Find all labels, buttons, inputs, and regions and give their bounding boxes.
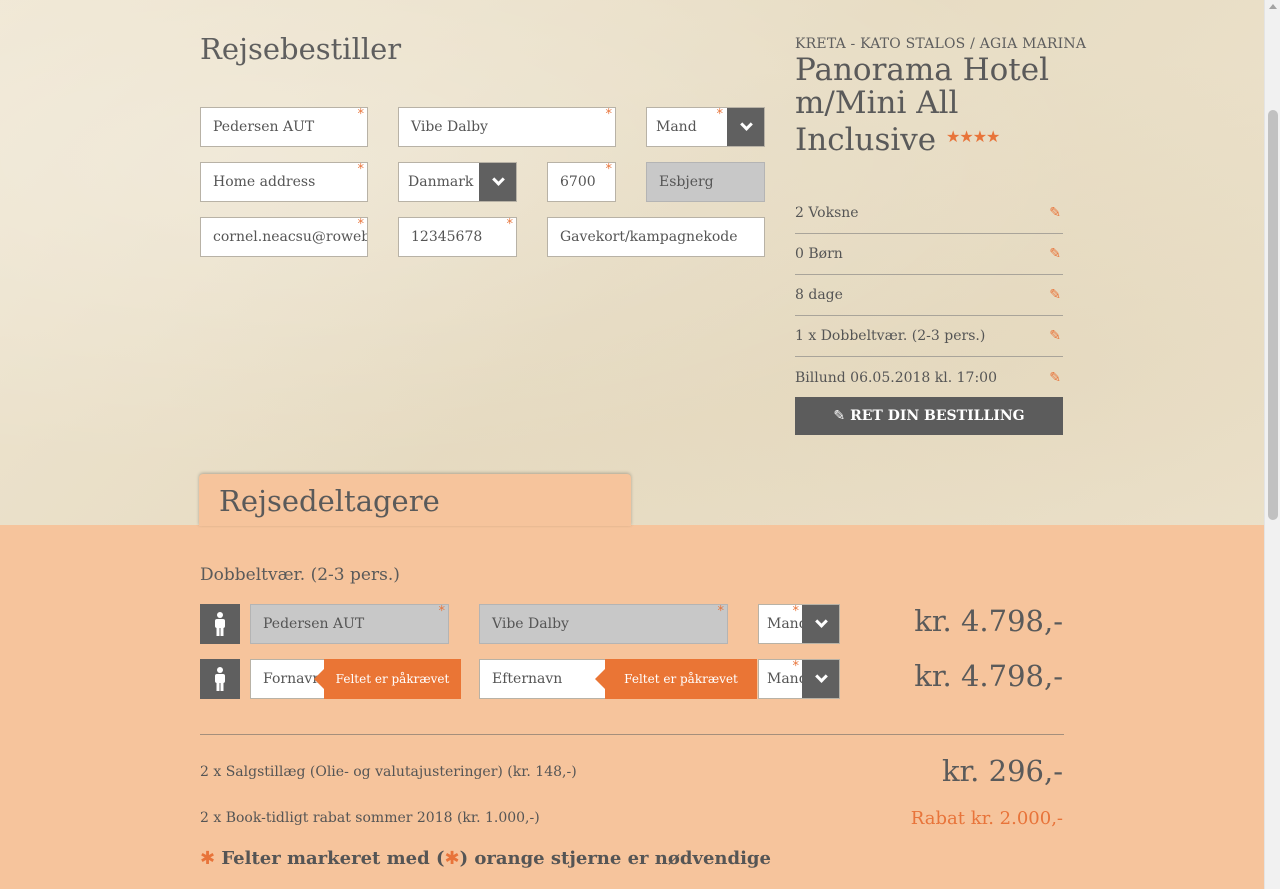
required-marker: * (792, 659, 800, 674)
page-background-top (0, 0, 1264, 525)
participant-placeholder: Fornavn (263, 671, 322, 687)
email-input[interactable]: cornel.neacsu@roweb.rc * (200, 217, 368, 257)
gender-value: Mand (656, 119, 697, 135)
asterisk-icon: ✱ (200, 848, 216, 869)
destination-breadcrumb: KRETA - KATO STALOS / AGIA MARINA (795, 36, 1087, 52)
note-text-after: ) orange stjerne er nødvendige (459, 848, 771, 869)
required-marker: * (716, 107, 724, 122)
participant-value: Vibe Dalby (492, 616, 569, 632)
participant-1-gender-select[interactable]: Mand * (758, 604, 840, 644)
participant-2-last-name[interactable]: Fornavn Feltet er påkrævet (250, 659, 461, 699)
required-marker: * (717, 604, 725, 619)
scroll-up-arrow-icon[interactable] (1269, 4, 1277, 9)
required-error-tooltip: Feltet er påkrævet (314, 659, 461, 699)
country-value: Danmark (408, 174, 474, 190)
first-name-input[interactable]: Vibe Dalby * (398, 107, 616, 147)
required-marker: * (357, 217, 365, 232)
edit-booking-button[interactable]: ✎ RET DIN BESTILLING (795, 397, 1063, 435)
zip-value: 6700 (560, 174, 596, 190)
chevron-down-icon[interactable] (727, 108, 764, 146)
summary-room-row[interactable]: 1 x Dobbeltvær. (2-3 pers.) ✎ (795, 316, 1063, 357)
address-value: Home address (213, 174, 316, 190)
asterisk-icon: ✱ (444, 848, 460, 869)
country-select[interactable]: Danmark (398, 162, 517, 202)
required-marker: * (605, 107, 613, 122)
required-error-tooltip: Feltet er påkrævet (595, 659, 757, 699)
participant-placeholder: Efternavn (492, 671, 563, 687)
summary-label: 1 x Dobbeltvær. (2-3 pers.) (795, 328, 986, 344)
voucher-input[interactable]: Gavekort/kampagnekode (547, 217, 765, 257)
voucher-placeholder: Gavekort/kampagnekode (560, 229, 738, 245)
participant-2-price: kr. 4.798,- (914, 659, 1063, 693)
note-text-before: Felter markeret med ( (221, 848, 445, 869)
zip-input[interactable]: 6700 * (547, 162, 616, 202)
summary-label: 0 Børn (795, 246, 843, 262)
pencil-icon: ✎ (833, 408, 846, 424)
summary-label: 8 dage (795, 287, 843, 303)
city-field: Esbjerg (646, 162, 765, 202)
star-rating: ★★★★ (946, 127, 1000, 146)
participant-value: Pedersen AUT (263, 616, 365, 632)
scrollbar-thumb[interactable] (1268, 110, 1278, 520)
pencil-icon[interactable]: ✎ (1049, 287, 1061, 303)
hotel-name: Panorama Hotel m/Mini All Inclusive (795, 52, 1050, 158)
participant-2-gender-select[interactable]: Mand * (758, 659, 840, 699)
tab-participants[interactable]: Rejsedeltagere (199, 474, 631, 526)
phone-input[interactable]: 12345678 * (398, 217, 517, 257)
required-marker: * (438, 604, 446, 619)
edit-booking-label: RET DIN BESTILLING (850, 408, 1025, 424)
address-input[interactable]: Home address * (200, 162, 368, 202)
booking-summary: 2 Voksne ✎ 0 Børn ✎ 8 dage ✎ 1 x Dobbelt… (795, 193, 1063, 398)
participant-1-first-name[interactable]: Vibe Dalby * (479, 604, 728, 644)
scrollbar[interactable] (1264, 0, 1280, 889)
gender-select[interactable]: Mand * (646, 107, 765, 147)
fee-value: kr. 296,- (941, 754, 1063, 788)
required-marker: * (792, 604, 800, 619)
first-name-value: Vibe Dalby (411, 119, 488, 135)
person-icon (200, 604, 240, 644)
fee-label: 2 x Salgstillæg (Olie- og valutajusterin… (200, 764, 577, 780)
person-icon (200, 659, 240, 699)
room-title: Dobbeltvær. (2-3 pers.) (200, 565, 400, 585)
hotel-title: Panorama Hotel m/Mini All Inclusive ★★★★ (795, 54, 1055, 157)
email-value: cornel.neacsu@roweb.rc (213, 229, 368, 245)
required-marker: * (506, 217, 514, 232)
last-name-input[interactable]: Pedersen AUT * (200, 107, 368, 147)
participant-1-last-name[interactable]: Pedersen AUT * (250, 604, 449, 644)
summary-departure-row[interactable]: Billund 06.05.2018 kl. 17:00 ✎ (795, 357, 1063, 398)
pencil-icon[interactable]: ✎ (1049, 246, 1061, 262)
city-value: Esbjerg (659, 174, 714, 190)
required-marker: * (605, 162, 613, 177)
chevron-down-icon[interactable] (802, 660, 839, 698)
participants-section (0, 525, 1264, 889)
participant-1-price: kr. 4.798,- (914, 604, 1063, 638)
chevron-down-icon[interactable] (802, 605, 839, 643)
required-marker: * (357, 162, 365, 177)
pencil-icon[interactable]: ✎ (1049, 370, 1061, 386)
pencil-icon[interactable]: ✎ (1049, 205, 1061, 221)
phone-value: 12345678 (411, 229, 483, 245)
chevron-down-icon[interactable] (479, 163, 516, 201)
summary-label: 2 Voksne (795, 205, 859, 221)
summary-label: Billund 06.05.2018 kl. 17:00 (795, 369, 997, 386)
discount-value: Rabat kr. 2.000,- (910, 808, 1063, 829)
divider (200, 734, 1064, 735)
required-fields-note: ✱ Felter markeret med (✱) orange stjerne… (200, 848, 771, 869)
pencil-icon[interactable]: ✎ (1049, 328, 1061, 344)
required-marker: * (357, 107, 365, 122)
last-name-value: Pedersen AUT (213, 119, 315, 135)
discount-label: 2 x Book-tidligt rabat sommer 2018 (kr. … (200, 810, 540, 826)
booker-title: Rejsebestiller (200, 32, 402, 66)
summary-adults-row[interactable]: 2 Voksne ✎ (795, 193, 1063, 234)
participant-2-first-name[interactable]: Efternavn Feltet er påkrævet (479, 659, 757, 699)
summary-duration-row[interactable]: 8 dage ✎ (795, 275, 1063, 316)
summary-children-row[interactable]: 0 Børn ✎ (795, 234, 1063, 275)
